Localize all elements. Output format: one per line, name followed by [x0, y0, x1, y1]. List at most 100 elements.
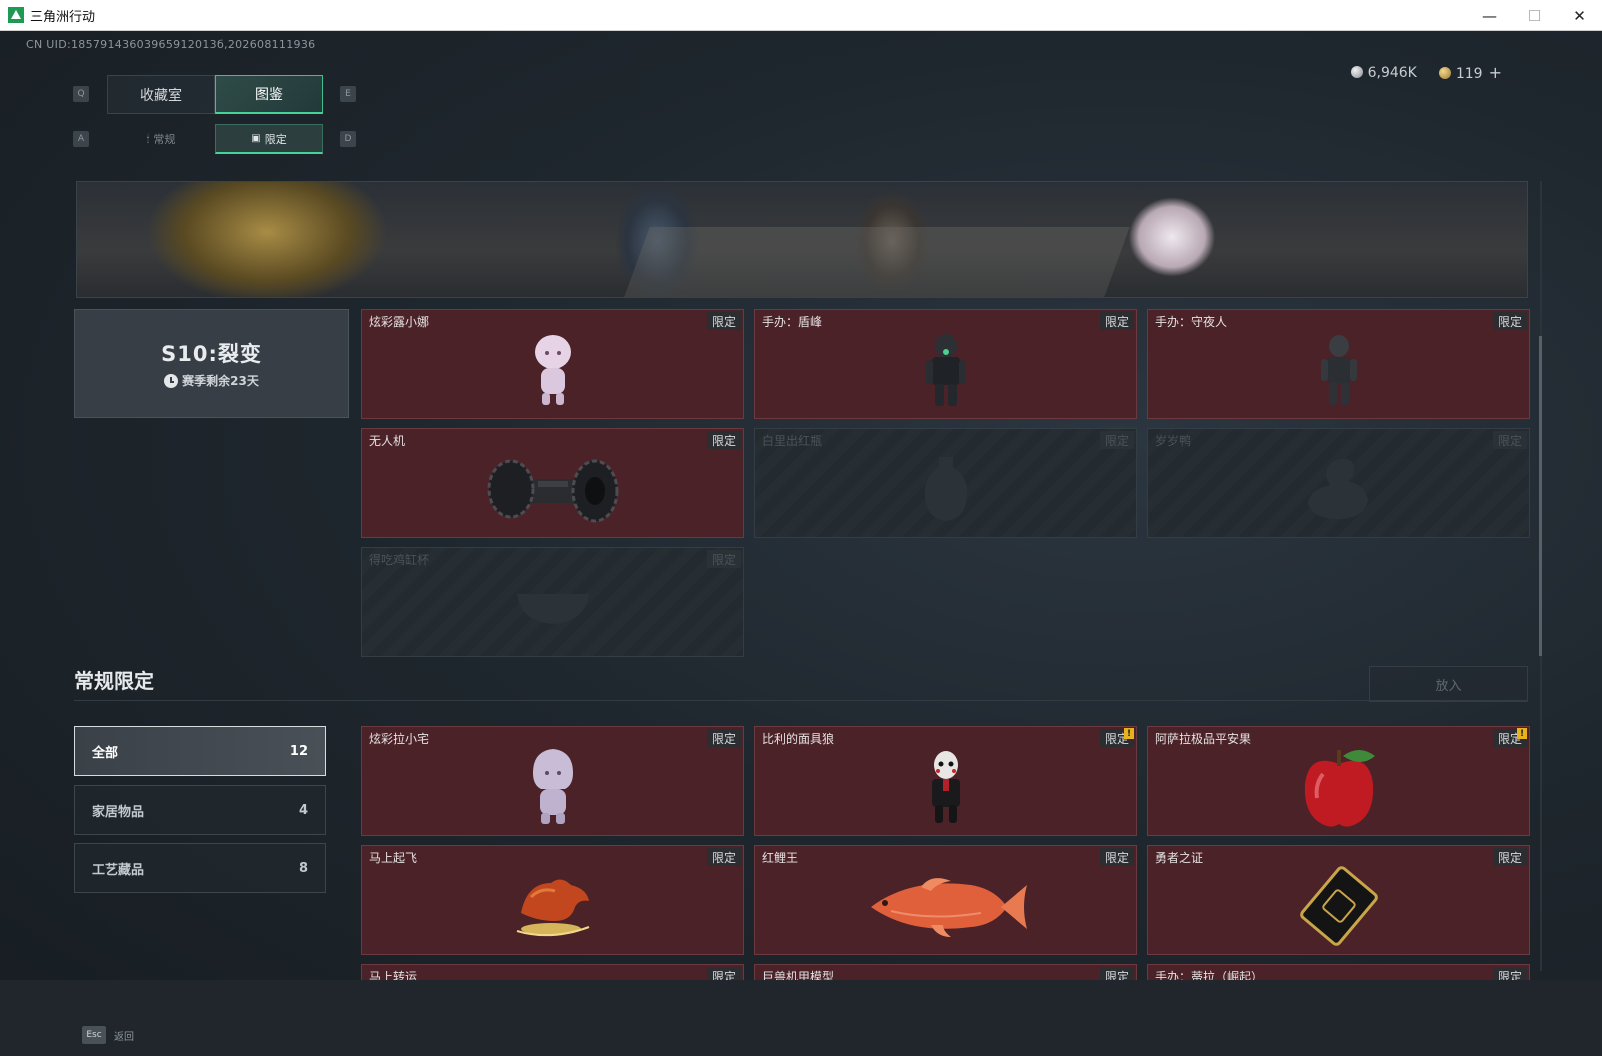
filter-label: 全部 [92, 745, 119, 761]
collectible-card[interactable]: 红鲤王 限定 [754, 845, 1137, 955]
doll-figure-icon [534, 335, 571, 406]
subtab-regular[interactable]: 🕯 常规 [107, 124, 215, 154]
flame-icon: 🕯 [146, 133, 150, 145]
release-button[interactable]: 放入 [1369, 666, 1528, 702]
card-name: 比利的面具狼 [762, 732, 835, 746]
maximize-button[interactable]: ☐ [1512, 0, 1557, 31]
next-subtab-key-hint: D [340, 131, 356, 147]
silver-coin-icon [1350, 65, 1363, 78]
collectible-card[interactable]: 马上起飞 限定 [361, 845, 744, 955]
card-name: 白里出红瓶 [762, 434, 823, 448]
card-name: 手办：盾峰 [762, 315, 823, 329]
scrollbar-thumb[interactable] [1539, 336, 1542, 656]
drone-icon [487, 459, 618, 523]
collectible-card[interactable]: 炫彩拉小宅 限定 [361, 726, 744, 836]
cup-silhouette-icon [516, 594, 589, 625]
collectible-card[interactable]: 手办：盾峰 限定 [754, 309, 1137, 419]
sub-tabs: 🕯 常规 ▣ 限定 [107, 124, 323, 154]
section-title: 常规限定 [74, 669, 154, 693]
limited-tag: 限定 [1099, 431, 1134, 449]
card-name: 炫彩露小娜 [369, 315, 430, 329]
subtab-limited[interactable]: ▣ 限定 [215, 124, 323, 154]
collectible-card[interactable]: 无人机 限定 [361, 428, 744, 538]
window-title: 三角洲行动 [30, 9, 96, 25]
limited-tag: 限定 [1492, 312, 1527, 330]
soldier-figure-icon [925, 334, 966, 407]
limited-tag: 限定 [1492, 848, 1527, 866]
clock-icon [164, 373, 179, 388]
filter-label: 家居物品 [92, 804, 145, 820]
gold-currency[interactable]: 119 + [1438, 63, 1502, 82]
next-tab-key-hint: E [340, 86, 356, 102]
alert-icon: ! [1124, 728, 1134, 739]
card-name: 岁岁鸭 [1155, 434, 1192, 448]
season-remaining-text: 赛季剩余23天 [182, 374, 259, 388]
collectible-card-locked[interactable]: 岁岁鸭 限定 [1147, 428, 1530, 538]
back-label[interactable]: 返回 [114, 1028, 134, 1043]
hooded-doll-icon [532, 749, 573, 825]
night-watch-figure-icon [1320, 335, 1357, 406]
gold-coin-icon [1438, 67, 1451, 79]
season-card: S10:裂变 赛季剩余23天 [74, 309, 349, 418]
filter-count: 4 [298, 802, 308, 818]
window-controls: — ☐ ✕ [1467, 0, 1602, 31]
limited-tag: 限定 [706, 848, 741, 866]
prev-subtab-key-hint: A [73, 131, 89, 147]
collectible-card[interactable]: 比利的面具狼 限定 ! [754, 726, 1137, 836]
limited-tag: 限定 [1099, 848, 1134, 866]
season-title: S10:裂变 [161, 342, 262, 366]
apple-icon [1304, 750, 1375, 828]
silver-currency: 6,946K [1350, 64, 1417, 81]
app-logo-icon [8, 7, 24, 23]
minimize-button[interactable]: — [1467, 0, 1512, 31]
bottom-bar [0, 980, 1602, 1056]
collectible-card-locked[interactable]: 白里出红瓶 限定 [754, 428, 1137, 538]
collectible-card[interactable]: 阿萨拉极品平安果 限定 ! [1147, 726, 1530, 836]
puppet-figure-icon [931, 751, 960, 824]
tab-label: 图鉴 [255, 87, 283, 103]
esc-key-hint[interactable]: Esc [82, 1026, 106, 1044]
alert-icon: ! [1517, 728, 1527, 739]
card-name: 炫彩拉小宅 [369, 732, 430, 746]
badge-card-icon [1299, 866, 1378, 947]
limited-tag: 限定 [706, 431, 741, 449]
uid-label: CN UID:18579143603965912013б,20260811193… [26, 38, 316, 51]
filter-all[interactable]: 全部 12 [74, 726, 326, 776]
banner-floor-decoration [624, 227, 1130, 297]
collectible-card[interactable]: 勇者之证 限定 [1147, 845, 1530, 955]
vase-silhouette-icon [924, 457, 967, 522]
silver-amount: 6,946K [1367, 64, 1417, 81]
filter-label: 工艺藏品 [92, 862, 145, 878]
limited-tag: 限定 [706, 312, 741, 330]
duck-silhouette-icon [1307, 459, 1368, 520]
limited-tag: 限定 [706, 729, 741, 747]
subtab-label: 常规 [153, 133, 176, 146]
card-name: 手办：守夜人 [1155, 315, 1228, 329]
collectible-card[interactable]: 手办：守夜人 限定 [1147, 309, 1530, 419]
subtab-label: 限定 [264, 132, 287, 146]
gold-amount: 119 [1455, 66, 1483, 82]
tab-collection-room[interactable]: 收藏室 [107, 75, 215, 114]
image-icon: ▣ [251, 133, 261, 144]
season-banner-image [76, 181, 1528, 298]
card-name: 得吃鸡缸杯 [369, 553, 430, 567]
collectible-card-locked[interactable]: 得吃鸡缸杯 限定 [361, 547, 744, 657]
filter-count: 8 [298, 860, 308, 876]
tab-codex[interactable]: 图鉴 [215, 75, 323, 114]
limited-tag: 限定 [706, 550, 741, 568]
main-tabs: 收藏室 图鉴 [107, 75, 323, 114]
season-remaining: 赛季剩余23天 [164, 372, 259, 389]
card-name: 无人机 [369, 434, 406, 448]
card-name: 勇者之证 [1155, 851, 1204, 865]
card-name: 红鲤王 [762, 851, 799, 865]
card-name: 阿萨拉极品平安果 [1155, 732, 1252, 746]
close-button[interactable]: ✕ [1557, 0, 1602, 31]
collectible-card[interactable]: 炫彩露小娜 限定 [361, 309, 744, 419]
filter-count: 12 [289, 743, 308, 759]
filter-crafts[interactable]: 工艺藏品 8 [74, 843, 326, 893]
filter-home-items[interactable]: 家居物品 4 [74, 785, 326, 835]
currency-bar: 6,946K 119 + [1350, 63, 1502, 82]
game-viewport: CN UID:18579143603965912013б,20260811193… [0, 31, 1602, 1056]
add-currency-icon[interactable]: + [1489, 63, 1502, 82]
window-titlebar: 三角洲行动 — ☐ ✕ [0, 0, 1602, 31]
